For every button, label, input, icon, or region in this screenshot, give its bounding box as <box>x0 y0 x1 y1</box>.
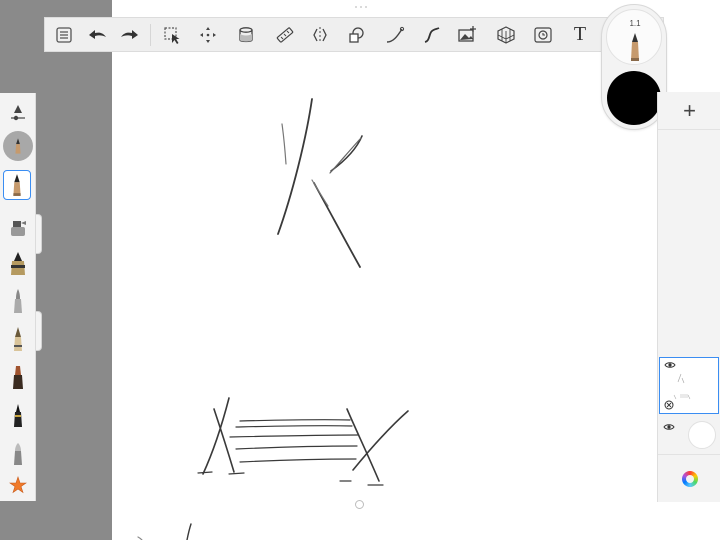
time-lapse-icon[interactable] <box>528 18 558 51</box>
sketch-stroke <box>229 434 359 438</box>
pen-icon[interactable] <box>0 323 36 355</box>
layer-panel: + <box>657 92 720 502</box>
list-icon[interactable] <box>49 18 79 51</box>
eye-icon[interactable] <box>663 423 675 431</box>
transform-icon[interactable] <box>193 18 223 51</box>
sketch-stroke <box>235 445 358 450</box>
airbrush-icon[interactable] <box>0 211 36 243</box>
layer-options-icon[interactable] <box>664 400 674 410</box>
color-swatch[interactable] <box>607 71 661 125</box>
color-wheel-icon <box>681 470 698 487</box>
sketch-stroke <box>235 424 353 428</box>
brush-size-label: 1.1 <box>629 19 641 28</box>
text-tool-label: T <box>573 23 587 45</box>
undo-icon[interactable] <box>82 18 112 51</box>
layer-thumbnail[interactable] <box>659 357 719 414</box>
sketch-stroke <box>239 418 351 422</box>
sketch-stroke <box>281 123 287 165</box>
toolbar-grip[interactable] <box>353 6 369 10</box>
brush-properties-icon[interactable] <box>0 97 36 129</box>
paintbrush-icon[interactable] <box>0 285 36 317</box>
eye-icon[interactable] <box>664 361 676 369</box>
sketch-stroke <box>228 472 245 475</box>
add-layer-button[interactable]: + <box>658 92 720 130</box>
sketch-stroke <box>239 458 357 463</box>
ruler-icon[interactable] <box>270 18 300 51</box>
perspective-icon[interactable] <box>491 18 521 51</box>
background-layer[interactable] <box>659 418 719 452</box>
chisel-icon[interactable] <box>0 361 36 393</box>
sketch-stroke <box>197 471 213 474</box>
toolbar-divider <box>150 24 151 46</box>
sketch-stroke <box>329 137 362 174</box>
pencil-icon[interactable] <box>3 170 31 200</box>
canvas-handle[interactable] <box>355 500 364 509</box>
sketch-stroke <box>311 179 329 207</box>
sketch-stroke <box>202 397 230 475</box>
text-icon[interactable]: T <box>565 18 595 51</box>
brush-preview-icon[interactable] <box>3 131 33 161</box>
symmetry-icon[interactable] <box>305 18 335 51</box>
selection-icon[interactable] <box>157 18 187 51</box>
shapes-icon[interactable] <box>341 18 371 51</box>
background-thumbnail <box>688 421 716 449</box>
main-toolbar: T <box>44 17 664 52</box>
curve-icon[interactable] <box>417 18 447 51</box>
sketch-stroke <box>186 523 192 540</box>
ballpoint-icon[interactable] <box>0 399 36 431</box>
sketch-stroke <box>277 98 313 235</box>
brush-palette <box>0 93 36 501</box>
brush-size-puck[interactable]: 1.1 <box>606 9 662 65</box>
fill-icon[interactable] <box>231 18 261 51</box>
smudge-icon[interactable] <box>0 437 36 469</box>
palette-tab[interactable] <box>36 311 42 351</box>
redo-icon[interactable] <box>115 18 145 51</box>
pencil-icon <box>631 33 639 61</box>
color-editor-button[interactable] <box>658 454 720 502</box>
palette-tab[interactable] <box>36 214 42 254</box>
marker-icon[interactable] <box>0 247 36 279</box>
add-image-icon[interactable] <box>452 18 482 51</box>
stroke-tool-icon[interactable] <box>380 18 410 51</box>
star-icon[interactable] <box>0 469 36 501</box>
